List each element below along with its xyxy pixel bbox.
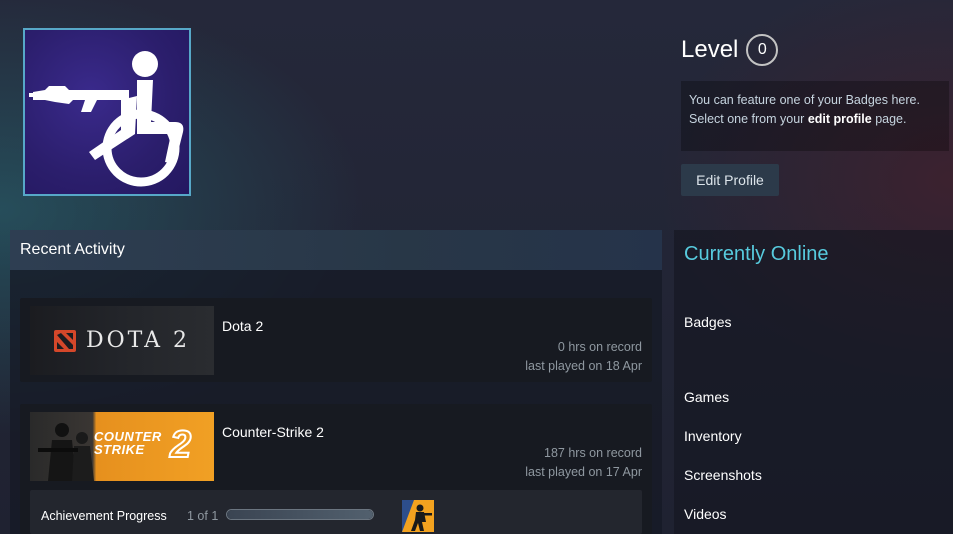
edit-profile-link[interactable]: edit profile [808,112,872,126]
game-card-dota-2: DOTA 2 Dota 2 0 hrs on record last playe… [20,298,652,382]
level-label: Level [681,36,739,63]
achievement-count: 1 of 1 [187,509,219,523]
featured-badge-box: You can feature one of your Badges here.… [681,81,949,151]
wheelchair-rifle-icon [29,51,184,187]
cs-capsule-number: 2 [169,423,192,467]
achievement-progress-bar [226,509,374,520]
online-status: Currently Online [684,243,829,265]
level-badge[interactable]: 0 [746,34,779,66]
sidebar-link-screenshots[interactable]: Screenshots [684,467,762,483]
game-hours: 0 hrs on record [557,340,642,354]
game-hours: 187 hrs on record [544,446,642,460]
sidebar-link-inventory[interactable]: Inventory [684,428,742,444]
achievement-icon[interactable] [402,500,434,532]
cs-soldier-achievement-icon [402,500,434,532]
badge-text-suffix: page. [871,112,907,126]
game-name[interactable]: Dota 2 [222,318,263,334]
sidebar-link-badges[interactable]: Badges [684,314,731,330]
recent-activity-panel: Recent Activity DOTA 2 Dota 2 0 hrs on r… [10,230,662,534]
achievement-label: Achievement Progress [41,509,167,523]
achievement-progress-fill [227,510,373,519]
cs-capsule-line2: STRIKE [94,442,145,457]
game-last-played: last played on 17 Apr [525,465,642,479]
dota-logo-icon [53,329,76,352]
sidebar-link-videos[interactable]: Videos [684,506,727,522]
game-name[interactable]: Counter-Strike 2 [222,424,324,440]
game-last-played: last played on 18 Apr [525,359,642,373]
achievement-progress-row[interactable]: Achievement Progress 1 of 1 [30,490,642,534]
dota-capsule-text: DOTA 2 [85,328,191,353]
sidebar-link-games[interactable]: Games [684,389,729,405]
cs-capsule-text: COUNTER STRIKE [94,430,162,456]
counter-strike-2-capsule[interactable]: COUNTER STRIKE 2 [30,412,214,481]
soldiers-icon [38,423,94,481]
level-row: Level 0 [681,34,779,66]
game-card-counter-strike-2: COUNTER STRIKE 2 Counter-Strike 2 187 hr… [20,404,652,534]
profile-avatar[interactable] [23,28,191,196]
profile-sidebar: Currently Online Badges Games Inventory … [674,230,953,534]
edit-profile-button[interactable]: Edit Profile [681,164,779,196]
dota-2-capsule[interactable]: DOTA 2 [30,306,214,375]
recent-activity-header: Recent Activity [10,230,662,270]
